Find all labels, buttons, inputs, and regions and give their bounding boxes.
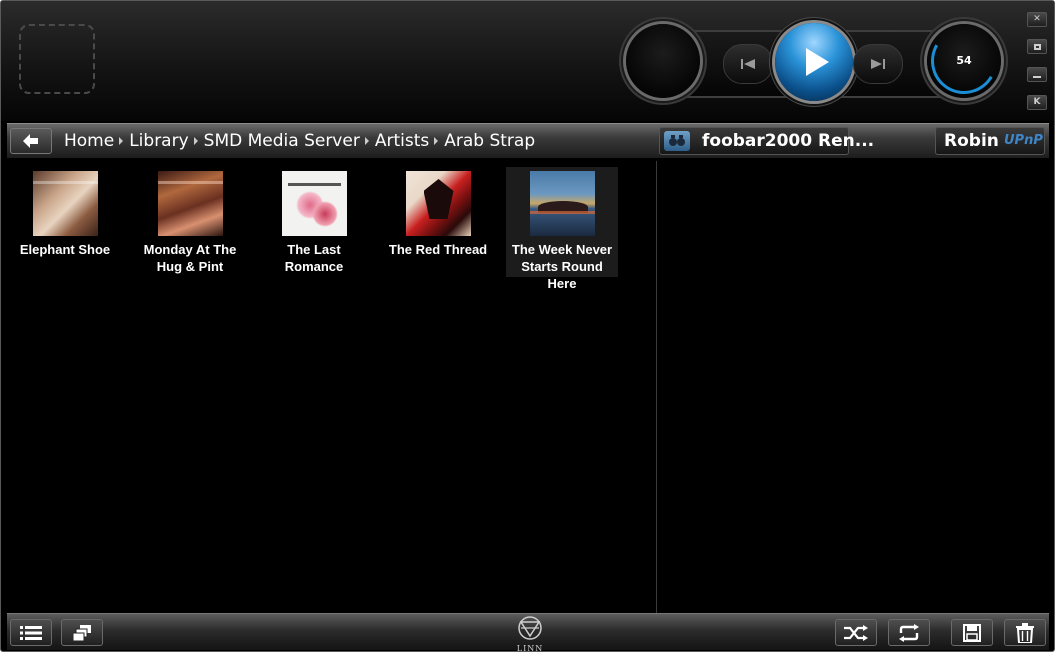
album-title: Monday At The Hug & Pint [143, 242, 237, 274]
album-item-selected[interactable]: The Week Never Starts Round Here [506, 167, 618, 291]
maximize-icon [1033, 43, 1041, 50]
speaker-icon [664, 131, 690, 151]
transport-bar: 54 ✕ K [1, 1, 1054, 121]
album-title: The Red Thread [388, 242, 488, 257]
now-playing-artwork-placeholder [19, 24, 95, 94]
album-cover [405, 171, 471, 236]
shuffle-button[interactable] [835, 619, 877, 646]
album-cover [32, 171, 98, 236]
list-icon [20, 625, 42, 640]
navigation-bar: Home Library SMD Media Server Artists Ar… [7, 123, 1049, 158]
album-title: Elephant Shoe [19, 242, 111, 257]
save-playlist-button[interactable] [951, 619, 993, 646]
linn-logo: LINN [515, 616, 545, 653]
trash-icon [1016, 622, 1034, 643]
app-window: 54 ✕ K Home Library SMD Media Server Art… [0, 0, 1055, 653]
bottom-toolbar: LINN [7, 613, 1049, 653]
breadcrumb-separator-icon [119, 137, 124, 145]
breadcrumb-media-server[interactable]: SMD Media Server [204, 131, 360, 151]
album-item[interactable]: Monday At The Hug & Pint [134, 167, 246, 278]
room-selector[interactable]: foobar2000 Ren... [659, 127, 874, 155]
mini-mode-button[interactable]: K [1027, 95, 1047, 110]
next-track-button[interactable] [853, 44, 903, 84]
breadcrumb-library[interactable]: Library [129, 131, 188, 151]
skip-previous-icon [741, 59, 755, 69]
repeat-icon [899, 623, 919, 642]
album-item[interactable]: The Red Thread [382, 167, 494, 261]
view-mode-button[interactable] [61, 619, 103, 646]
stacked-windows-icon [73, 624, 91, 641]
back-arrow-icon [23, 134, 38, 148]
album-cover [281, 171, 347, 236]
save-icon [963, 623, 981, 642]
album-title: The Week Never Starts Round Here [511, 242, 613, 291]
desktop-background-strip [0, 652, 1057, 657]
breadcrumb-separator-icon [193, 137, 198, 145]
linn-logo-icon [518, 616, 542, 640]
list-view-button[interactable] [10, 619, 52, 646]
position-dial[interactable] [626, 24, 700, 98]
breadcrumb-home[interactable]: Home [64, 131, 114, 151]
breadcrumb: Home Library SMD Media Server Artists Ar… [64, 124, 535, 158]
pane-divider[interactable] [656, 161, 657, 613]
album-item[interactable]: The Last Romance [258, 167, 370, 278]
skip-next-icon [871, 59, 885, 69]
delete-playlist-button[interactable] [1004, 619, 1046, 646]
repeat-button[interactable] [888, 619, 930, 646]
breadcrumb-artists[interactable]: Artists [375, 131, 429, 151]
album-cover [157, 171, 223, 236]
play-icon [805, 48, 829, 76]
album-item[interactable]: Elephant Shoe [9, 167, 121, 261]
breadcrumb-artist[interactable]: Arab Strap [444, 131, 535, 151]
maximize-window-button[interactable] [1027, 39, 1047, 54]
minimize-window-button[interactable] [1027, 67, 1047, 82]
back-button[interactable] [10, 128, 52, 154]
album-cover [529, 171, 595, 236]
breadcrumb-separator-icon [434, 137, 439, 145]
source-selector[interactable]: Robin UPnP [935, 127, 1045, 155]
source-name: Robin [944, 131, 999, 151]
play-button[interactable] [775, 23, 853, 101]
volume-value: 54 [956, 54, 972, 67]
kompact-icon: K [1033, 97, 1041, 107]
playlist-pane [658, 161, 1054, 613]
shuffle-icon [844, 624, 868, 641]
close-icon: ✕ [1033, 14, 1041, 24]
upnp-icon: UPnP [1004, 133, 1043, 148]
minimize-icon [1033, 76, 1041, 78]
volume-dial[interactable]: 54 [923, 20, 1005, 102]
previous-track-button[interactable] [723, 44, 773, 84]
room-name: foobar2000 Ren... [702, 131, 875, 151]
breadcrumb-separator-icon [364, 137, 369, 145]
album-title: The Last Romance [284, 242, 344, 274]
close-window-button[interactable]: ✕ [1027, 12, 1047, 27]
